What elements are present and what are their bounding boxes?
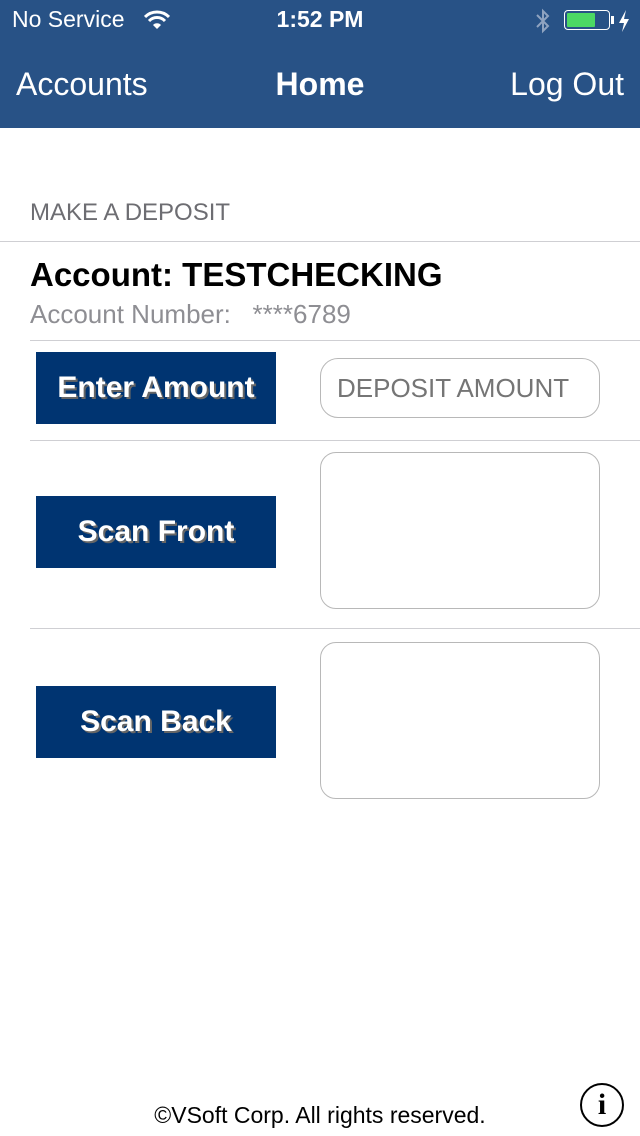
account-number: ****6789	[252, 299, 351, 329]
enter-amount-button[interactable]: Enter Amount	[36, 352, 276, 424]
account-number-label: Account Number:	[30, 299, 231, 329]
front-image-preview[interactable]	[320, 452, 600, 609]
scan-back-button[interactable]: Scan Back	[36, 686, 276, 758]
account-number-row: Account Number: ****6789	[30, 299, 351, 330]
charging-icon	[619, 10, 629, 32]
divider	[0, 241, 640, 242]
scan-front-button[interactable]: Scan Front	[36, 496, 276, 568]
copyright: ©VSoft Corp. All rights reserved.	[154, 1102, 486, 1128]
account-name: Account: TESTCHECKING	[30, 256, 443, 293]
bluetooth-icon	[536, 8, 550, 34]
divider	[30, 628, 640, 629]
info-icon[interactable]: i	[580, 1083, 624, 1127]
back-image-preview[interactable]	[320, 642, 600, 799]
divider	[30, 340, 640, 341]
section-title: MAKE A DEPOSIT	[30, 199, 231, 226]
header: No Service 1:52 PM Accounts Home Log Out	[0, 0, 640, 128]
deposit-amount-input[interactable]	[320, 358, 600, 418]
battery-icon	[564, 10, 610, 30]
divider	[30, 440, 640, 441]
accounts-button[interactable]: Accounts	[16, 66, 148, 103]
logout-button[interactable]: Log Out	[510, 66, 624, 103]
